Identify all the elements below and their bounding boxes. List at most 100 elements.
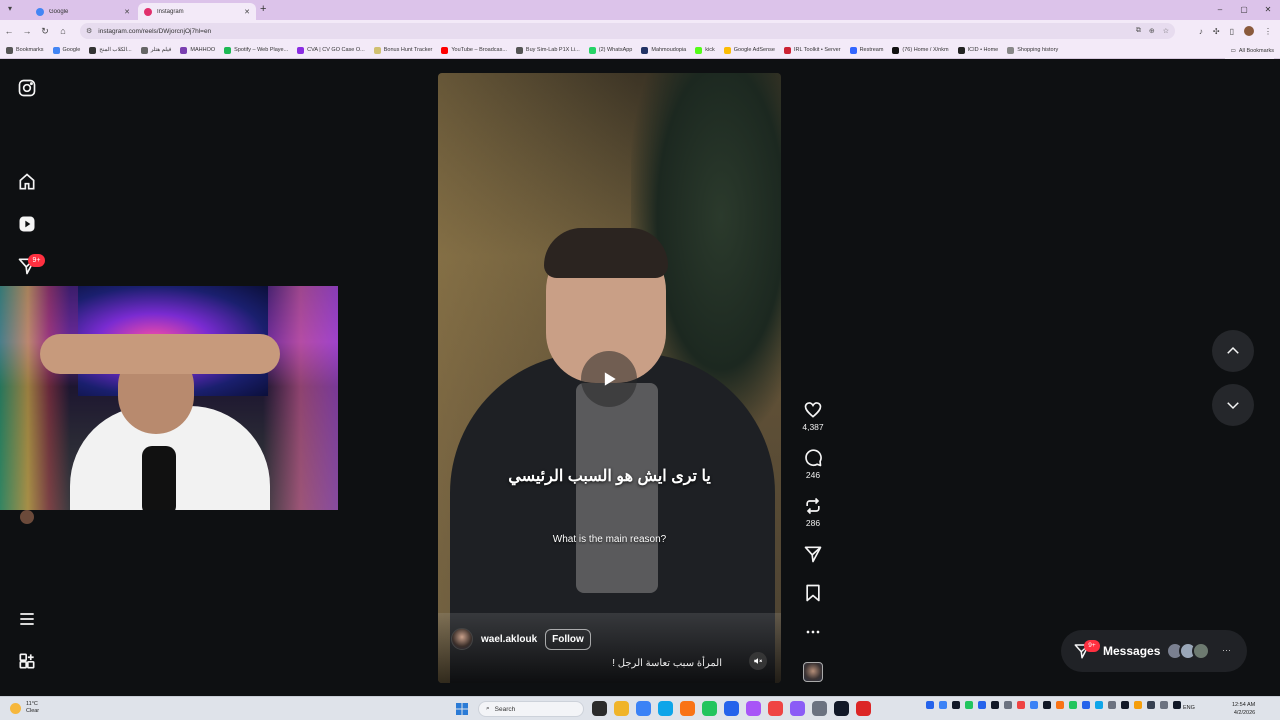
- bookmark-item[interactable]: ICID • Home: [957, 46, 998, 54]
- next-reel-button[interactable]: [1212, 384, 1254, 426]
- bookmark-item[interactable]: CVA | CV GO Case O...: [297, 46, 365, 54]
- forward-icon[interactable]: →: [18, 26, 36, 36]
- side-panel-icon[interactable]: ▯: [1230, 27, 1234, 36]
- reels-nav-icon[interactable]: [17, 214, 37, 234]
- bookmark-item[interactable]: Buy Sim-Lab P1X Li...: [515, 46, 580, 54]
- taskbar-search[interactable]: ⌕ Search: [478, 701, 584, 717]
- previous-reel-button[interactable]: [1212, 330, 1254, 372]
- install-app-icon[interactable]: ⧉: [1136, 27, 1141, 35]
- tab-instagram[interactable]: Instagram ✕: [138, 3, 256, 20]
- bookmark-icon[interactable]: [803, 583, 823, 603]
- close-window-button[interactable]: ✕: [1256, 0, 1280, 20]
- bookmark-item[interactable]: Google: [52, 46, 80, 54]
- tray-icon[interactable]: [965, 701, 973, 709]
- repost-action[interactable]: 286: [797, 496, 829, 528]
- taskbar-app-icon[interactable]: [768, 701, 783, 716]
- tray-icon[interactable]: [1173, 701, 1181, 709]
- back-icon[interactable]: ←: [0, 26, 18, 36]
- bookmark-item[interactable]: IRL Toolkit • Server: [784, 46, 841, 54]
- tray-icon[interactable]: [1069, 701, 1077, 709]
- input-language[interactable]: ENG: [1183, 705, 1195, 711]
- bookmark-item[interactable]: (2) WhatsApp: [588, 46, 632, 54]
- taskbar-app-icon[interactable]: [658, 701, 673, 716]
- close-tab-icon[interactable]: ✕: [124, 8, 130, 16]
- author-avatar[interactable]: [451, 628, 473, 650]
- taskbar-app-icon[interactable]: [592, 701, 607, 716]
- tray-icon[interactable]: [1043, 701, 1051, 709]
- new-tab-button[interactable]: +: [260, 3, 266, 15]
- taskbar-app-icon[interactable]: [724, 701, 739, 716]
- taskbar-app-icon[interactable]: [812, 701, 827, 716]
- bookmark-item[interactable]: Bonus Hunt Tracker: [373, 46, 432, 54]
- original-audio-thumbnail[interactable]: [803, 662, 823, 682]
- media-icon[interactable]: ♪: [1199, 27, 1203, 36]
- bookmark-item[interactable]: الكلاب المنح...: [89, 46, 132, 54]
- heart-icon[interactable]: [803, 400, 823, 420]
- mute-button[interactable]: [749, 652, 767, 670]
- taskbar-app-icon[interactable]: [746, 701, 761, 716]
- extensions-icon[interactable]: ✣: [1213, 27, 1220, 36]
- tray-icon[interactable]: [939, 701, 947, 709]
- bookmark-item[interactable]: Spotify – Web Playe...: [224, 46, 288, 54]
- taskbar-app-icon[interactable]: [614, 701, 629, 716]
- home-icon[interactable]: ⌂: [54, 26, 72, 36]
- repost-icon[interactable]: [803, 496, 823, 516]
- tray-icon[interactable]: [1121, 701, 1129, 709]
- site-info-icon[interactable]: ⚙: [86, 27, 92, 35]
- like-action[interactable]: 4,387: [797, 400, 829, 432]
- more-options-action[interactable]: [797, 622, 829, 642]
- maximize-button[interactable]: ▢: [1232, 0, 1256, 20]
- more-menu-icon[interactable]: [17, 609, 37, 629]
- taskbar-app-icon[interactable]: [680, 701, 695, 716]
- follow-button[interactable]: Follow: [545, 628, 591, 650]
- instagram-logo-icon[interactable]: [17, 78, 37, 98]
- user-avatar[interactable]: [20, 510, 34, 524]
- tray-icon[interactable]: [1095, 701, 1103, 709]
- author-username[interactable]: wael.aklouk: [481, 634, 537, 645]
- bookmark-item[interactable]: Bookmarks: [6, 46, 44, 54]
- taskbar-app-icon[interactable]: [834, 701, 849, 716]
- bookmark-item[interactable]: MAHHOO: [180, 46, 215, 54]
- tray-icon[interactable]: [1147, 701, 1155, 709]
- tab-google[interactable]: Google ✕: [30, 3, 136, 20]
- taskbar-app-icon[interactable]: [636, 701, 651, 716]
- bookmark-item[interactable]: Mahmoudopia: [641, 46, 686, 54]
- tray-icon[interactable]: [952, 701, 960, 709]
- home-nav-icon[interactable]: [17, 172, 37, 192]
- tray-icon[interactable]: [991, 701, 999, 709]
- tray-icon[interactable]: [1017, 701, 1025, 709]
- tray-icon[interactable]: [1160, 701, 1168, 709]
- taskbar-app-icon[interactable]: [702, 701, 717, 716]
- save-action[interactable]: [797, 583, 829, 603]
- bookmark-item[interactable]: YouTube – Broadcas...: [441, 46, 507, 54]
- close-tab-icon[interactable]: ✕: [244, 8, 250, 16]
- also-from-meta-icon[interactable]: [17, 651, 37, 671]
- zoom-icon[interactable]: ⊕: [1149, 27, 1155, 35]
- share-action[interactable]: [797, 544, 829, 564]
- taskbar-clock[interactable]: 12:54 AM 4/2/2026: [1232, 701, 1255, 717]
- taskbar-app-icon[interactable]: [790, 701, 805, 716]
- profile-avatar[interactable]: [1244, 26, 1254, 36]
- bookmark-item[interactable]: (76) Home / X/nkm: [892, 46, 949, 54]
- taskbar-app-icon[interactable]: [856, 701, 871, 716]
- menu-icon[interactable]: ⋮: [1264, 27, 1272, 36]
- tray-icon[interactable]: [1108, 701, 1116, 709]
- reel-description[interactable]: المرأة سبب تعاسة الرجل !: [450, 658, 722, 669]
- windows-start-icon[interactable]: [456, 703, 468, 715]
- tray-icon[interactable]: [1030, 701, 1038, 709]
- bookmark-item[interactable]: kick: [695, 46, 715, 54]
- comment-action[interactable]: 246: [797, 448, 829, 480]
- tray-icon[interactable]: [1004, 701, 1012, 709]
- bookmark-star-icon[interactable]: ☆: [1163, 27, 1169, 35]
- tray-icon[interactable]: [978, 701, 986, 709]
- all-bookmarks-button[interactable]: ▭ All Bookmarks: [1224, 42, 1274, 59]
- more-horizontal-icon[interactable]: [803, 622, 823, 642]
- tray-icon[interactable]: [1134, 701, 1142, 709]
- bookmark-item[interactable]: Google AdSense: [723, 46, 775, 54]
- weather-widget[interactable]: 11°C Clear: [10, 701, 39, 715]
- play-button[interactable]: [581, 351, 637, 407]
- tray-icon[interactable]: [1082, 701, 1090, 709]
- bookmark-item[interactable]: فيلم هتلر: [140, 46, 171, 54]
- bookmark-item[interactable]: Shopping history: [1007, 46, 1058, 54]
- bookmark-item[interactable]: Restream: [849, 46, 883, 54]
